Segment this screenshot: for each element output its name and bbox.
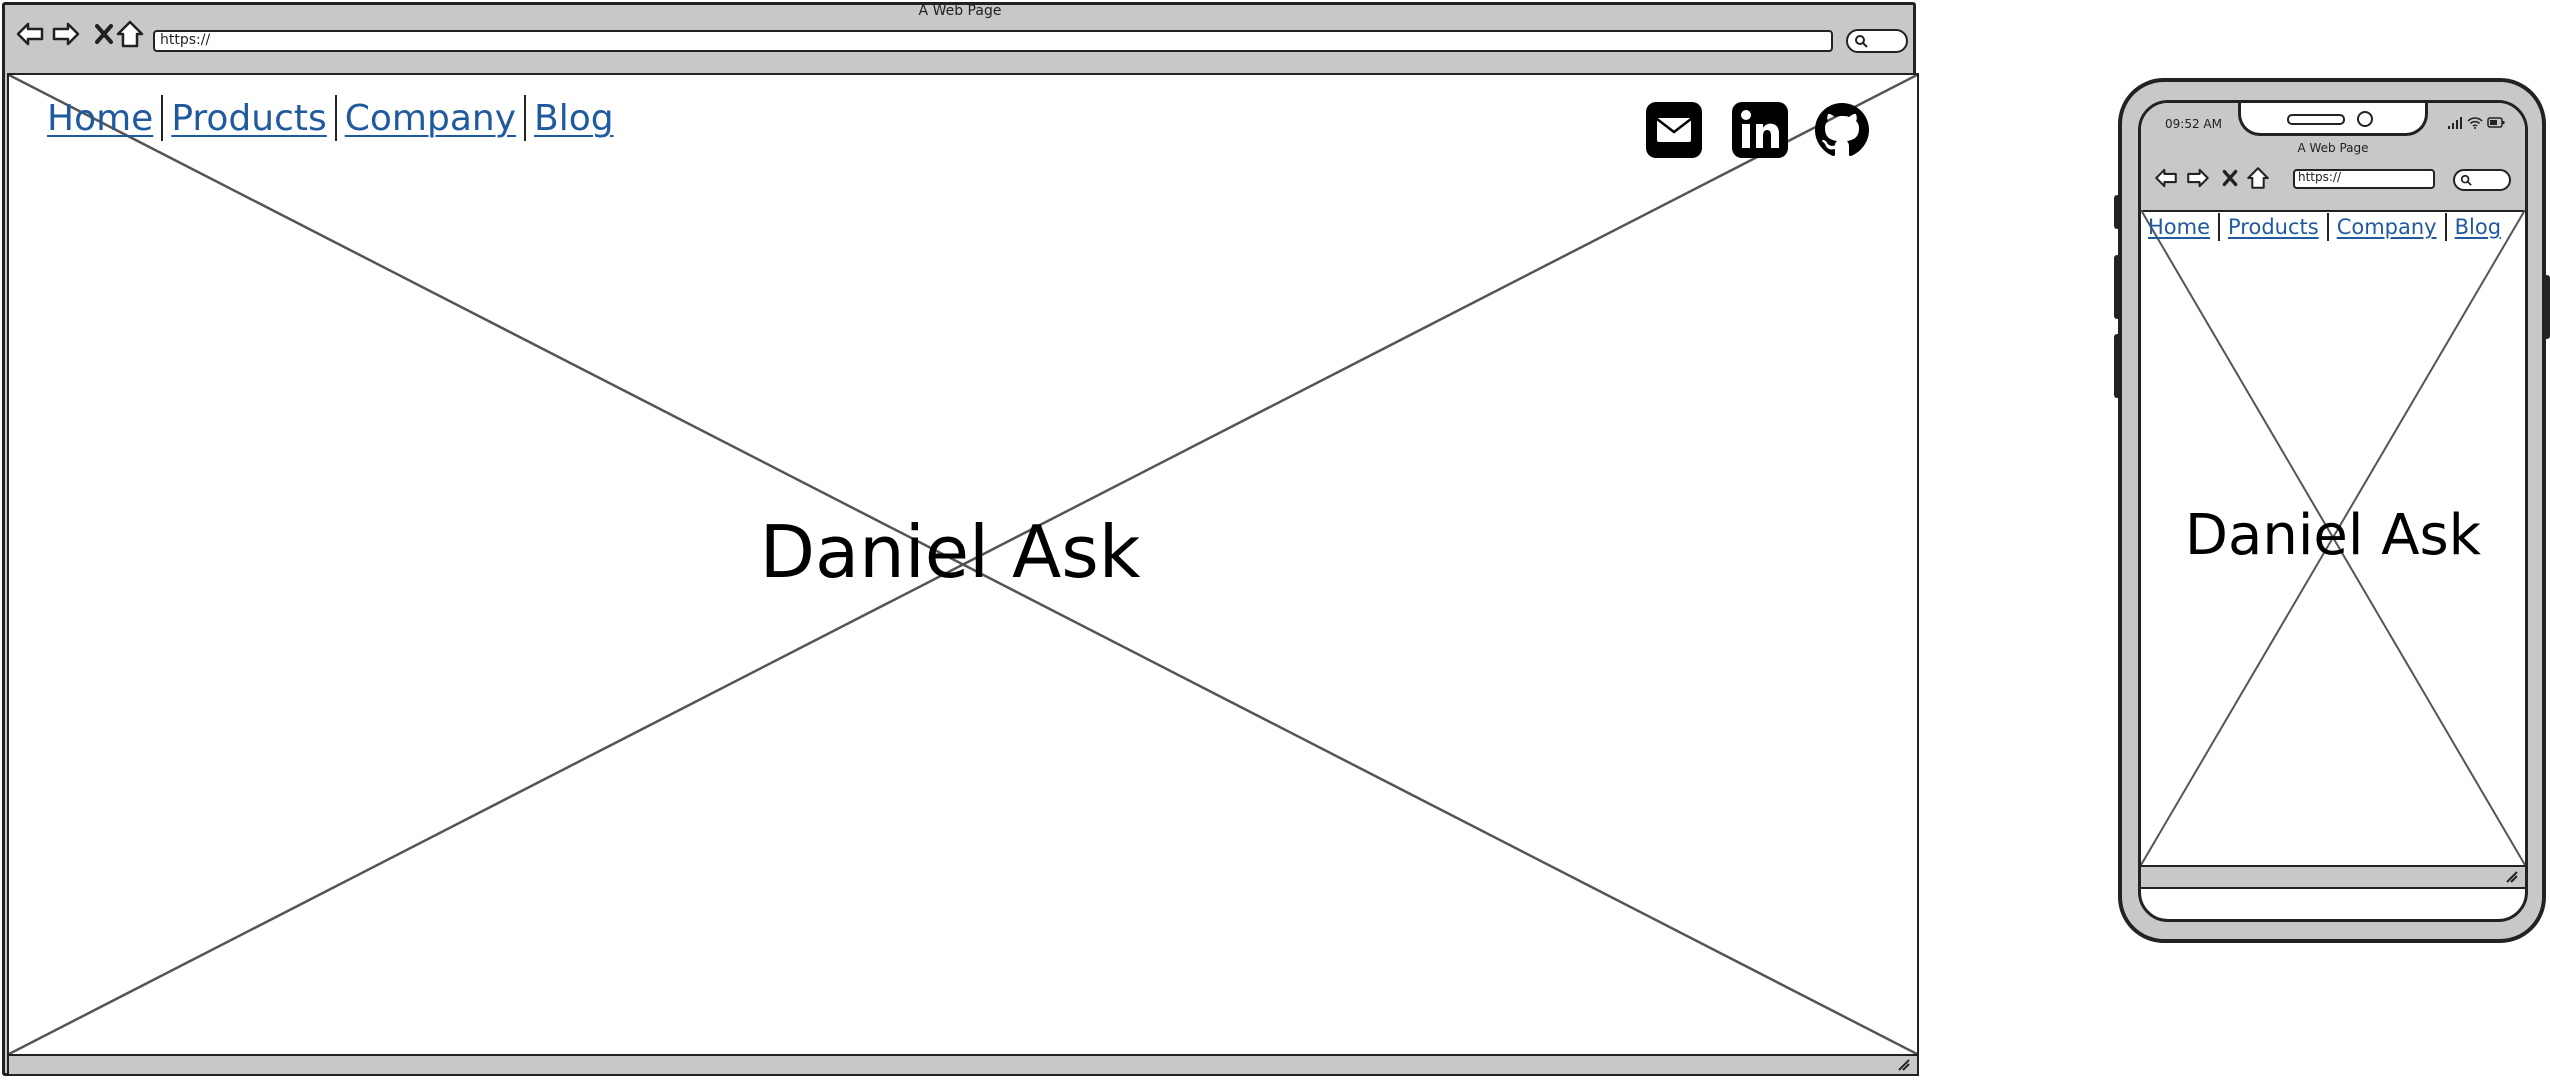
browser-status-bar	[7, 1056, 1919, 1076]
url-text: https://	[160, 32, 211, 48]
phone-url-text: https://	[2298, 170, 2342, 184]
main-nav: Home Products Company Blog	[47, 95, 614, 141]
nav-separator	[2218, 213, 2221, 241]
home-icon[interactable]	[2245, 165, 2271, 191]
back-arrow-icon[interactable]	[2153, 165, 2179, 191]
home-icon[interactable]	[114, 18, 146, 50]
status-time: 09:52 AM	[2165, 117, 2222, 131]
search-button[interactable]	[1846, 29, 1908, 53]
search-icon	[1855, 35, 1868, 48]
url-bar[interactable]	[153, 30, 1833, 52]
nav-separator	[334, 95, 337, 141]
nav-link-home[interactable]: Home	[2148, 215, 2210, 239]
nav-link-products[interactable]: Products	[2228, 215, 2319, 239]
forward-arrow-icon[interactable]	[2185, 165, 2211, 191]
browser-title: A Web Page	[918, 3, 1002, 19]
nav-separator	[161, 95, 164, 141]
nav-link-company[interactable]: Company	[345, 98, 516, 139]
wifi-icon	[2467, 117, 2483, 129]
phone-screen: 09:52 AM A Web Page https:// Home Produc…	[2138, 100, 2528, 922]
phone-notch	[2238, 103, 2428, 136]
signal-icon	[2448, 117, 2462, 129]
close-icon[interactable]	[2217, 165, 2243, 191]
back-arrow-icon[interactable]	[14, 18, 46, 50]
github-icon[interactable]	[1812, 100, 1872, 160]
nav-link-blog[interactable]: Blog	[2455, 215, 2501, 239]
resize-grip-icon[interactable]	[2505, 870, 2519, 884]
nav-link-company[interactable]: Company	[2337, 215, 2437, 239]
linkedin-icon[interactable]	[1730, 100, 1790, 160]
speaker-grille	[2287, 114, 2345, 125]
phone-search-button[interactable]	[2453, 169, 2511, 191]
phone-main-nav: Home Products Company Blog	[2148, 213, 2501, 241]
phone-browser-title: A Web Page	[2297, 141, 2369, 155]
desktop-browser-mockup: A Web Page https:// Home Products Compan…	[0, 0, 1920, 1080]
email-icon[interactable]	[1644, 100, 1704, 160]
hero-title: Daniel Ask	[759, 510, 1141, 594]
phone-hero-title: Daniel Ask	[2184, 503, 2482, 568]
nav-link-home[interactable]: Home	[47, 98, 153, 139]
forward-arrow-icon[interactable]	[50, 18, 82, 50]
nav-separator	[2444, 213, 2447, 241]
nav-link-blog[interactable]: Blog	[534, 98, 614, 139]
resize-grip-icon[interactable]	[1897, 1058, 1911, 1072]
battery-icon	[2487, 117, 2505, 128]
camera-icon	[2357, 111, 2373, 127]
search-icon	[2460, 174, 2472, 186]
phone-status-bar	[2141, 865, 2525, 889]
nav-separator	[2326, 213, 2329, 241]
nav-link-products[interactable]: Products	[171, 98, 326, 139]
nav-separator	[524, 95, 527, 141]
